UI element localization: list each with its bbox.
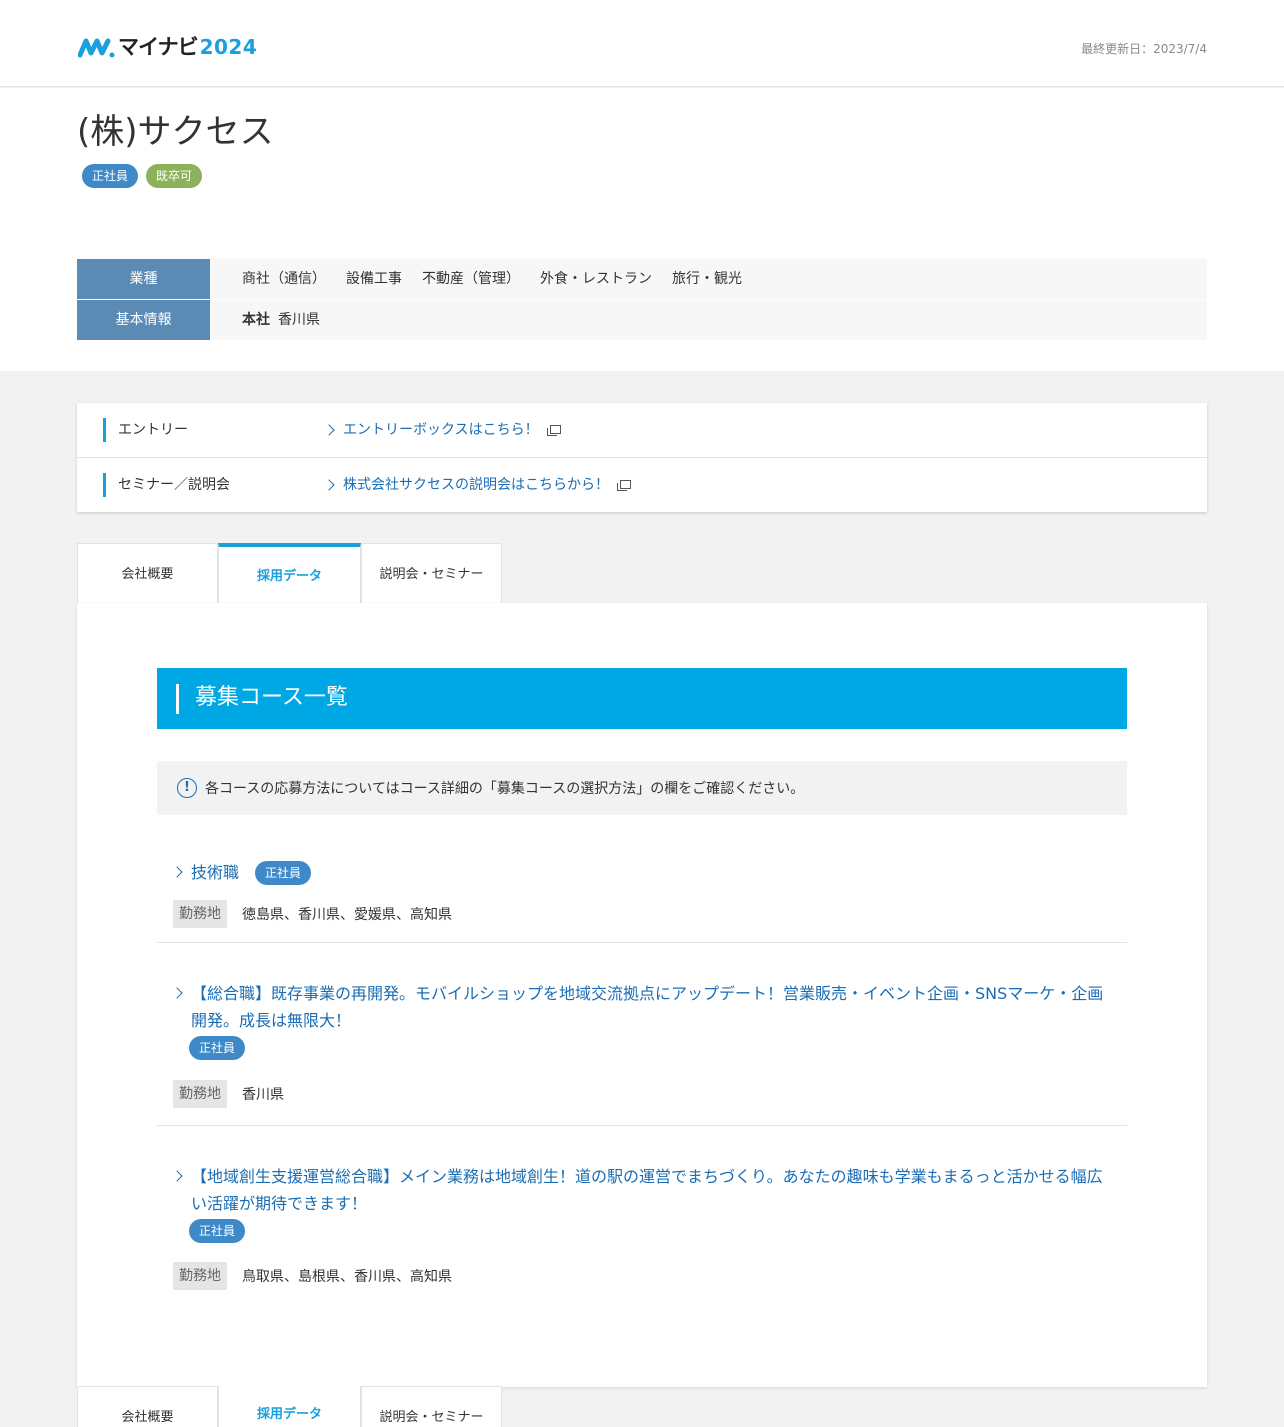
- recruitment-panel: 募集コース一覧 ! 各コースの応募方法についてはコース詳細の「募集コースの選択方…: [77, 603, 1207, 1387]
- logo-mark-icon: [78, 38, 115, 58]
- course-title-link[interactable]: 【地域創生支援運営総合職】メイン業務は地域創生！道の駅の運営でまちづくり。あなた…: [171, 1163, 1103, 1217]
- course-title-link[interactable]: 【総合職】既存事業の再開発。モバイルショップを地域交流拠点にアップデート！営業販…: [171, 980, 1104, 1034]
- course-title-line: い活躍が期待できます！: [191, 1194, 368, 1213]
- seminar-label: セミナー／説明会: [103, 473, 230, 497]
- tab-bar-bottom: 会社概要 採用データ 説明会・セミナー: [77, 1386, 502, 1427]
- hq-label: 本社: [242, 312, 270, 328]
- external-window-icon: [546, 425, 561, 436]
- logo-year: 2024: [199, 35, 258, 59]
- industry-label: 業種: [77, 259, 210, 299]
- entry-box: エントリー エントリーボックスはこちら！ セミナー／説明会 株式会社サクセスの説…: [77, 403, 1207, 512]
- chevron-right-icon: [323, 424, 335, 436]
- tab-seminars[interactable]: 説明会・セミナー: [361, 543, 502, 604]
- info-icon: !: [177, 778, 197, 798]
- course-location: 勤務地 徳島県、香川県、愛媛県、高知県: [173, 900, 452, 928]
- seminar-row: セミナー／説明会 株式会社サクセスの説明会はこちらから！: [77, 457, 1207, 511]
- last-updated: 最終更新日：2023/7/4: [1081, 42, 1207, 56]
- hq-value: 香川県: [278, 312, 320, 328]
- logo-text: マイナビ: [118, 35, 199, 59]
- tag-graduate-ok: 既卒可: [146, 164, 203, 188]
- tab-seminars[interactable]: 説明会・セミナー: [361, 1386, 502, 1427]
- course-item: 技術職 正社員 勤務地 徳島県、香川県、愛媛県、高知県: [157, 851, 1127, 943]
- location-value: 香川県: [242, 1087, 284, 1103]
- industry-row: 業種 商社（通信） 設備工事 不動産（管理） 外食・レストラン 旅行・観光: [77, 259, 1207, 299]
- course-title-line: 開発。成長は無限大！: [191, 1011, 352, 1030]
- course-title-line: 【地域創生支援運営総合職】メイン業務は地域創生！道の駅の運営でまちづくり。あなた…: [191, 1167, 1103, 1186]
- industry-item: 旅行・観光: [672, 271, 742, 287]
- location-label: 勤務地: [173, 1080, 227, 1108]
- company-info-table: 業種 商社（通信） 設備工事 不動産（管理） 外食・レストラン 旅行・観光 基本…: [77, 259, 1207, 341]
- seminar-link-text: 株式会社サクセスの説明会はこちらから！: [343, 477, 609, 493]
- course-title-link[interactable]: 技術職 正社員: [171, 859, 312, 886]
- mynavi-logo[interactable]: マイナビ 2024: [78, 34, 257, 60]
- tag-fulltime: 正社員: [82, 164, 139, 188]
- tab-company-overview[interactable]: 会社概要: [77, 543, 218, 604]
- location-label: 勤務地: [173, 900, 227, 928]
- notice-text: 各コースの応募方法についてはコース詳細の「募集コースの選択方法」の欄をご確認くだ…: [205, 781, 805, 797]
- company-summary: (株)サクセス 正社員 既卒可 業種 商社（通信） 設備工事 不動産（管理） 外…: [0, 88, 1284, 371]
- site-header: マイナビ 2024 最終更新日：2023/7/4: [0, 0, 1284, 87]
- location-value: 鳥取県、島根県、香川県、高知県: [242, 1269, 452, 1285]
- course-location: 勤務地 鳥取県、島根県、香川県、高知県: [173, 1262, 452, 1290]
- entry-box-link[interactable]: エントリーボックスはこちら！: [323, 418, 561, 442]
- external-window-icon: [617, 480, 631, 491]
- tab-recruitment-data[interactable]: 採用データ: [218, 543, 361, 604]
- chevron-right-icon: [171, 987, 183, 999]
- tab-company-overview[interactable]: 会社概要: [77, 1386, 218, 1427]
- section-header: 募集コース一覧: [157, 668, 1127, 729]
- industry-item: 不動産（管理）: [422, 271, 520, 287]
- company-tags: 正社員 既卒可: [82, 164, 203, 188]
- industry-item: 商社（通信）: [242, 271, 326, 287]
- course-tag: 正社員: [255, 860, 312, 885]
- course-tag: 正社員: [189, 1219, 246, 1243]
- entry-row: エントリー エントリーボックスはこちら！: [77, 403, 1207, 457]
- chevron-right-icon: [323, 479, 335, 491]
- basic-info-value: 本社 香川県: [210, 300, 1207, 340]
- company-name: (株)サクセス: [77, 112, 274, 152]
- tab-recruitment-data[interactable]: 採用データ: [218, 1386, 361, 1427]
- chevron-right-icon: [171, 866, 183, 878]
- course-title-text: 技術職: [191, 863, 240, 882]
- course-item: 【総合職】既存事業の再開発。モバイルショップを地域交流拠点にアップデート！営業販…: [157, 974, 1127, 1126]
- seminar-link[interactable]: 株式会社サクセスの説明会はこちらから！: [323, 473, 631, 497]
- course-location: 勤務地 香川県: [173, 1080, 284, 1108]
- course-title-line: 【総合職】既存事業の再開発。モバイルショップを地域交流拠点にアップデート！営業販…: [191, 984, 1104, 1003]
- course-item: 【地域創生支援運営総合職】メイン業務は地域創生！道の駅の運営でまちづくり。あなた…: [157, 1157, 1127, 1307]
- course-tag: 正社員: [189, 1036, 246, 1060]
- tab-bar-top: 会社概要 採用データ 説明会・セミナー: [77, 543, 502, 604]
- chevron-right-icon: [171, 1170, 183, 1182]
- section-title: 募集コース一覧: [195, 685, 348, 710]
- industry-values: 商社（通信） 設備工事 不動産（管理） 外食・レストラン 旅行・観光: [210, 259, 1207, 299]
- location-label: 勤務地: [173, 1262, 227, 1290]
- basic-info-row: 基本情報 本社 香川県: [77, 300, 1207, 340]
- basic-info-label: 基本情報: [77, 300, 210, 340]
- entry-link-text: エントリーボックスはこちら！: [343, 422, 539, 438]
- section-header-bar: [176, 684, 179, 714]
- industry-item: 設備工事: [346, 271, 402, 287]
- notice-box: ! 各コースの応募方法についてはコース詳細の「募集コースの選択方法」の欄をご確認…: [157, 761, 1127, 815]
- entry-label: エントリー: [103, 418, 188, 442]
- location-value: 徳島県、香川県、愛媛県、高知県: [242, 907, 452, 923]
- industry-item: 外食・レストラン: [540, 271, 652, 287]
